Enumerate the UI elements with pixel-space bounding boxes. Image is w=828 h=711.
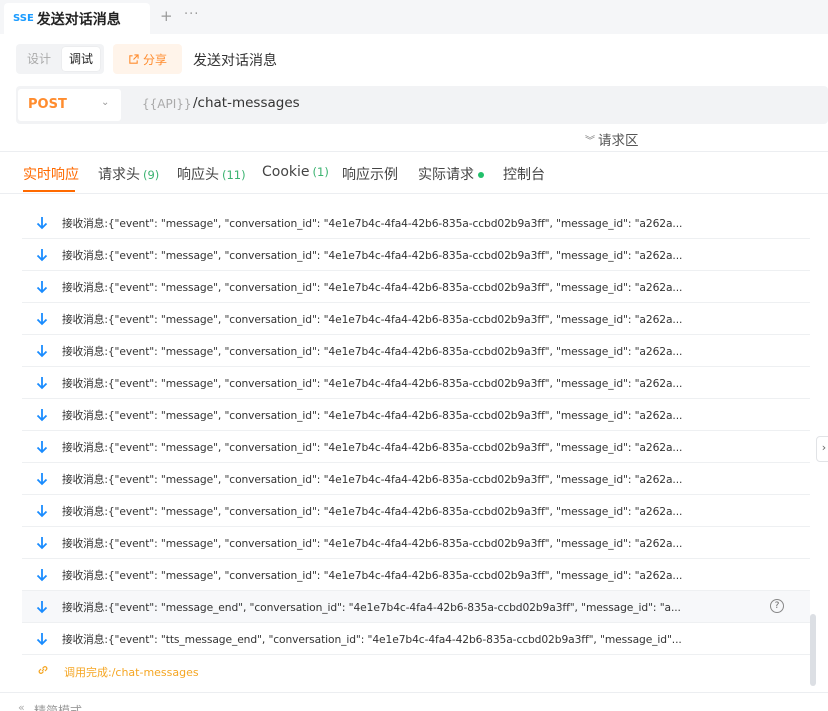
- tab-count: (11): [222, 168, 246, 182]
- api-name: 发送对话消息: [193, 53, 277, 69]
- tab-count: (1): [312, 165, 329, 179]
- message-text: 接收消息:{"event": "message", "conversation_…: [62, 473, 683, 486]
- tab-count: (9): [143, 168, 160, 182]
- request-area-label: 请求区: [598, 133, 639, 149]
- tab-actual-request[interactable]: 实际请求: [418, 164, 484, 184]
- double-chevron-down-icon: ︾: [585, 135, 595, 147]
- link-icon: [38, 666, 48, 674]
- tab-label: 实际请求: [418, 167, 474, 183]
- api-base-variable: {{API}}: [142, 97, 192, 111]
- help-circle-icon[interactable]: ?: [770, 599, 784, 613]
- message-text: 接收消息:{"event": "message", "conversation_…: [62, 217, 683, 230]
- bottom-bar: « 精简模式: [0, 692, 828, 711]
- tab-label: 实时响应: [23, 167, 79, 183]
- message-row[interactable]: 接收消息:{"event": "message", "conversation_…: [22, 463, 810, 495]
- scrollbar-thumb[interactable]: [810, 614, 816, 686]
- message-text: 接收消息:{"event": "message", "conversation_…: [62, 313, 683, 326]
- message-row[interactable]: 接收消息:{"event": "message", "conversation_…: [22, 239, 810, 271]
- tab-label: 请求头: [98, 167, 140, 183]
- tab-cookie[interactable]: Cookie (1): [262, 164, 329, 180]
- message-row-hovered[interactable]: 接收消息:{"event": "message_end", "conversat…: [22, 591, 810, 623]
- method-select[interactable]: POST ⌄: [18, 89, 121, 121]
- message-row[interactable]: 接收消息:{"event": "message", "conversation_…: [22, 527, 810, 559]
- sse-badge: SSE: [13, 13, 34, 24]
- doc-tab-title: 发送对话消息: [36, 11, 121, 28]
- mode-row: 设计 调试 分享 发送对话消息: [0, 34, 828, 84]
- arrow-down-icon: [36, 409, 48, 422]
- message-row[interactable]: 接收消息:{"event": "message", "conversation_…: [22, 303, 810, 335]
- message-text: 接收消息:{"event": "message", "conversation_…: [62, 441, 683, 454]
- request-area-row: ︾ 请求区: [0, 124, 828, 152]
- request-area-toggle[interactable]: ︾ 请求区: [585, 129, 639, 149]
- arrow-down-icon: [36, 345, 48, 358]
- message-text: 接收消息:{"event": "message_end", "conversat…: [62, 601, 681, 614]
- message-list: 接收消息:{"event": "message", "conversation_…: [22, 207, 810, 687]
- message-row[interactable]: 接收消息:{"event": "message", "conversation_…: [22, 367, 810, 399]
- tab-response-headers[interactable]: 响应头 (11): [177, 164, 246, 184]
- message-text: 接收消息:{"event": "message", "conversation_…: [62, 281, 683, 294]
- url-bar: POST ⌄ {{API}} /chat-messages: [16, 86, 828, 124]
- message-row[interactable]: 接收消息:{"event": "message", "conversation_…: [22, 207, 810, 239]
- call-complete-text: 调用完成:/chat-messages: [64, 666, 199, 679]
- arrow-down-icon: [36, 441, 48, 454]
- message-text: 接收消息:{"event": "message", "conversation_…: [62, 537, 683, 550]
- arrow-down-icon: [36, 377, 48, 390]
- arrow-down-icon: [36, 217, 48, 230]
- message-text: 接收消息:{"event": "message", "conversation_…: [62, 409, 683, 422]
- arrow-down-icon: [36, 633, 48, 646]
- arrow-down-icon: [36, 473, 48, 486]
- tab-realtime-response[interactable]: 实时响应: [23, 164, 79, 184]
- debug-mode-button[interactable]: 调试: [62, 47, 100, 71]
- arrow-down-icon: [36, 601, 48, 614]
- more-tabs-icon[interactable]: ···: [184, 7, 199, 22]
- message-row[interactable]: 接收消息:{"event": "message", "conversation_…: [22, 335, 810, 367]
- message-text: 接收消息:{"event": "message", "conversation_…: [62, 569, 683, 582]
- tab-label: Cookie: [262, 164, 310, 180]
- arrow-down-icon: [36, 281, 48, 294]
- tab-request-headers[interactable]: 请求头 (9): [98, 164, 159, 184]
- share-label: 分享: [142, 52, 167, 67]
- tab-console[interactable]: 控制台: [503, 164, 545, 184]
- mode-toggle: 设计 调试: [16, 44, 104, 74]
- tab-response-example[interactable]: 响应示例: [342, 164, 398, 184]
- tab-label: 响应头: [177, 167, 219, 183]
- arrow-down-icon: [36, 537, 48, 550]
- tab-label: 控制台: [503, 167, 545, 183]
- top-tab-bar: SSE 发送对话消息 + ···: [0, 0, 828, 34]
- message-row[interactable]: 接收消息:{"event": "tts_message_end", "conve…: [22, 623, 810, 655]
- double-chevron-left-icon: «: [18, 701, 25, 711]
- arrow-down-icon: [36, 249, 48, 262]
- new-tab-plus-icon[interactable]: +: [160, 7, 173, 25]
- message-row[interactable]: 接收消息:{"event": "message", "conversation_…: [22, 559, 810, 591]
- url-path-input[interactable]: /chat-messages: [193, 95, 300, 111]
- method-label: POST: [28, 97, 67, 112]
- message-text: 接收消息:{"event": "message", "conversation_…: [62, 505, 683, 518]
- message-text: 接收消息:{"event": "tts_message_end", "conve…: [62, 633, 682, 646]
- status-dot: [478, 172, 484, 178]
- doc-tab-send-message[interactable]: SSE 发送对话消息: [4, 3, 150, 34]
- simple-mode-toggle[interactable]: 精简模式: [34, 702, 82, 711]
- share-icon: [129, 53, 139, 64]
- share-button[interactable]: 分享: [113, 44, 182, 74]
- chevron-down-icon: ⌄: [101, 97, 110, 108]
- message-row[interactable]: 接收消息:{"event": "message", "conversation_…: [22, 495, 810, 527]
- chevron-right-icon[interactable]: ›: [816, 436, 828, 462]
- message-row[interactable]: 接收消息:{"event": "message", "conversation_…: [22, 431, 810, 463]
- message-text: 接收消息:{"event": "message", "conversation_…: [62, 345, 683, 358]
- design-mode-button[interactable]: 设计: [20, 47, 58, 71]
- message-text: 接收消息:{"event": "message", "conversation_…: [62, 249, 683, 262]
- arrow-down-icon: [36, 505, 48, 518]
- message-row[interactable]: 接收消息:{"event": "message", "conversation_…: [22, 271, 810, 303]
- arrow-down-icon: [36, 569, 48, 582]
- tab-label: 响应示例: [342, 167, 398, 183]
- response-tabs: 实时响应 请求头 (9) 响应头 (11) Cookie (1) 响应示例 实际请求 …: [0, 152, 828, 194]
- call-complete-row: 调用完成:/chat-messages: [22, 655, 810, 687]
- arrow-down-icon: [36, 313, 48, 326]
- message-text: 接收消息:{"event": "message", "conversation_…: [62, 377, 683, 390]
- active-tab-indicator: [23, 190, 75, 192]
- message-row[interactable]: 接收消息:{"event": "message", "conversation_…: [22, 399, 810, 431]
